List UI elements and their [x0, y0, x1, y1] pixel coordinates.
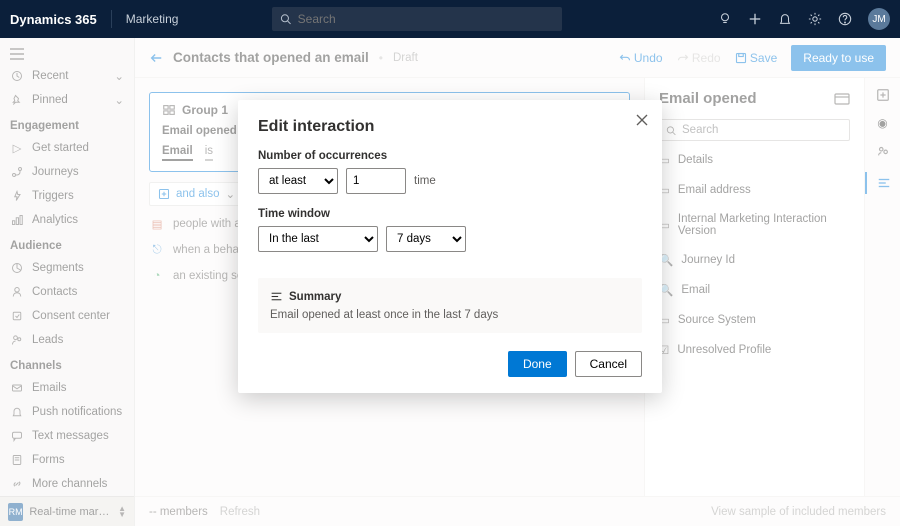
time-window-operator-select[interactable]: In the last — [258, 226, 378, 252]
edit-interaction-modal: Edit interaction Number of occurrences a… — [238, 100, 662, 393]
search-icon — [280, 13, 291, 25]
gear-icon[interactable] — [808, 12, 822, 26]
plus-icon[interactable] — [748, 12, 762, 26]
topbar-right: JM — [718, 8, 890, 30]
done-button[interactable]: Done — [508, 351, 567, 377]
time-window-value-select[interactable]: 7 days — [386, 226, 466, 252]
time-window-label: Time window — [258, 208, 642, 220]
occurrences-count-input[interactable] — [346, 168, 406, 194]
app-name: Marketing — [126, 12, 179, 26]
global-topbar: Dynamics 365 Marketing JM — [0, 0, 900, 38]
summary-text: Email opened at least once in the last 7… — [270, 309, 630, 321]
cancel-button[interactable]: Cancel — [575, 351, 642, 377]
bell-icon[interactable] — [778, 12, 792, 26]
occurrences-operator-select[interactable]: at least — [258, 168, 338, 194]
topbar-divider — [111, 10, 112, 28]
summary-box: Summary Email opened at least once in th… — [258, 278, 642, 333]
summary-title: Summary — [289, 291, 341, 303]
time-suffix: time — [414, 175, 436, 187]
lightbulb-icon[interactable] — [718, 12, 732, 26]
close-button[interactable] — [636, 114, 648, 126]
global-search-input[interactable] — [298, 12, 555, 26]
user-avatar[interactable]: JM — [868, 8, 890, 30]
brand: Dynamics 365 — [10, 12, 97, 27]
summary-icon — [270, 290, 283, 303]
modal-title: Edit interaction — [258, 118, 642, 136]
global-search[interactable] — [272, 7, 562, 31]
occurrences-label: Number of occurrences — [258, 150, 642, 162]
help-icon[interactable] — [838, 12, 852, 26]
